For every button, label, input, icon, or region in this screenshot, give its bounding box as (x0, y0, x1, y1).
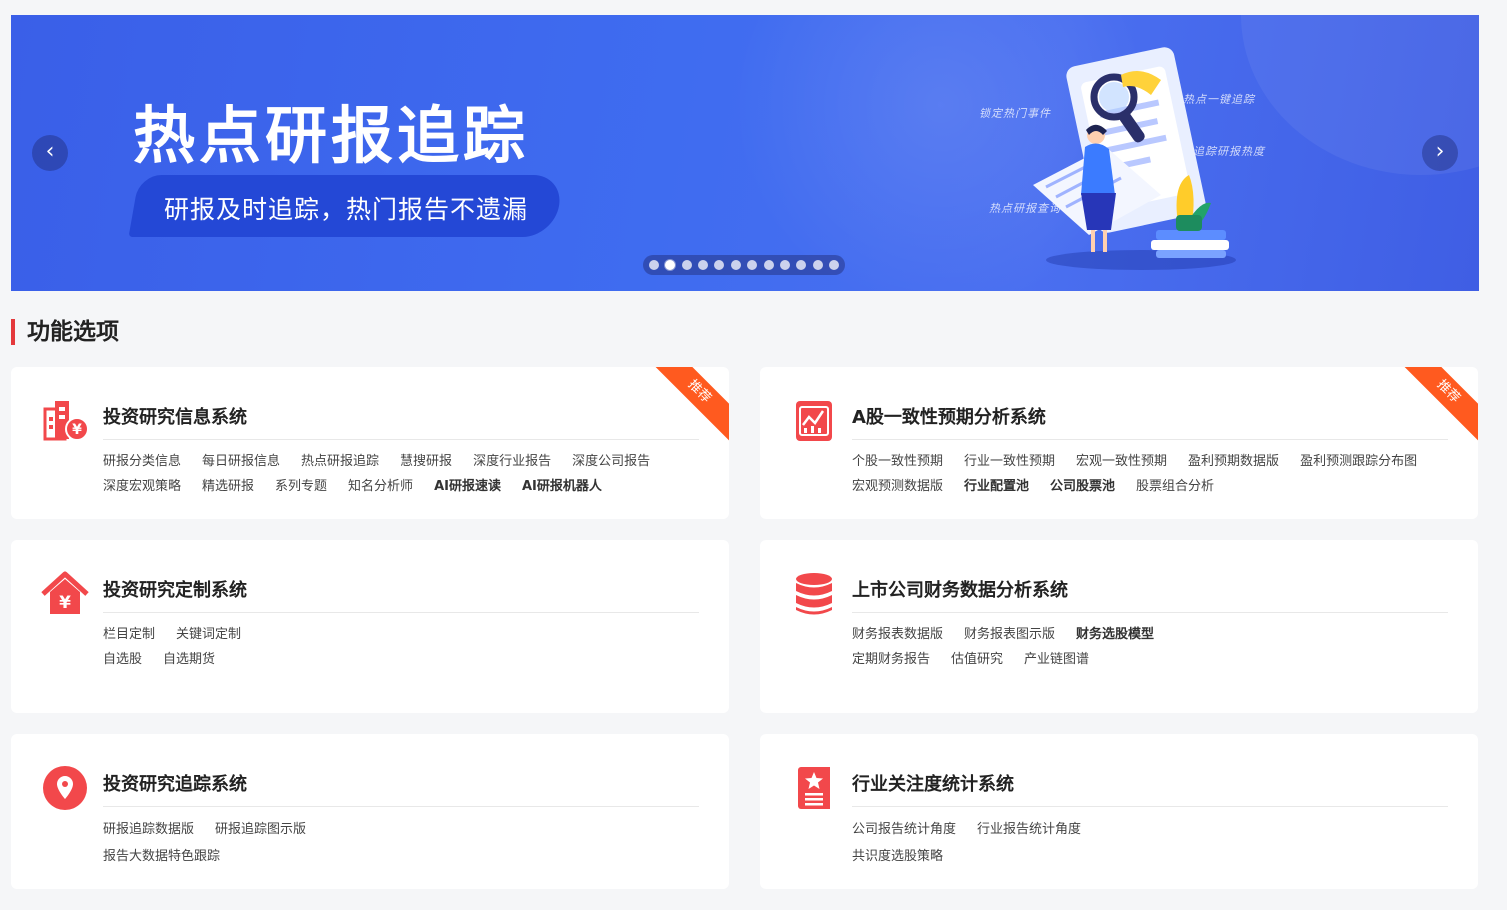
building-yuan-icon: ¥ (43, 401, 89, 441)
link-item[interactable]: 财务报表数据版 (852, 623, 943, 642)
link-item[interactable]: 行业报告统计角度 (977, 818, 1081, 837)
research-illustration-icon (1033, 47, 1236, 270)
carousel-dot[interactable] (812, 260, 823, 270)
card-links: 公司报告统计角度 行业报告统计角度 共识度选股策略 (852, 814, 1452, 868)
carousel-dot[interactable] (649, 260, 659, 270)
carousel-dot[interactable] (747, 260, 758, 270)
link-item[interactable]: 关键词定制 (176, 623, 241, 642)
link-item[interactable]: 共识度选股策略 (852, 845, 943, 864)
card-title: 投资研究定制系统 (103, 576, 699, 613)
card-investment-research-custom[interactable]: ¥ 投资研究定制系统 栏目定制 关键词定制 自选股 自选期货 (11, 540, 729, 713)
star-document-icon (798, 767, 830, 809)
card-investment-research-tracking[interactable]: 投资研究追踪系统 研报追踪数据版 研报追踪图示版 报告大数据特色跟踪 (11, 734, 729, 889)
link-item[interactable]: 自选股 (103, 648, 142, 667)
card-title: 上市公司财务数据分析系统 (852, 576, 1448, 613)
link-item[interactable]: 宏观预测数据版 (852, 475, 943, 494)
link-item[interactable]: 宏观一致性预期 (1076, 450, 1167, 469)
card-links: 研报分类信息 每日研报信息 热点研报追踪 慧搜研报 深度行业报告 深度公司报告 … (103, 447, 703, 497)
banner-title: 热点研报追踪 (133, 99, 530, 172)
card-links: 研报追踪数据版 研报追踪图示版 报告大数据特色跟踪 (103, 814, 703, 868)
card-investment-research-info[interactable]: ¥ 投资研究信息系统 研报分类信息 每日研报信息 热点研报追踪 慧搜研报 深度行… (11, 367, 729, 519)
link-item[interactable]: 行业一致性预期 (964, 450, 1055, 469)
card-a-share-consensus[interactable]: A股一致性预期分析系统 个股一致性预期 行业一致性预期 宏观一致性预期 盈利预期… (760, 367, 1478, 519)
house-yuan-icon: ¥ (41, 571, 89, 614)
link-item[interactable]: 盈利预期数据版 (1188, 450, 1279, 469)
chart-board-icon (796, 401, 832, 441)
card-title: A股一致性预期分析系统 (852, 403, 1448, 440)
carousel-dot[interactable] (730, 260, 741, 270)
link-item[interactable]: AI研报机器人 (522, 475, 602, 494)
link-item[interactable]: 每日研报信息 (202, 450, 280, 469)
banner-prev-button[interactable]: ‹ (32, 135, 68, 171)
link-item[interactable]: 产业链图谱 (1024, 648, 1089, 667)
link-item[interactable]: 研报追踪数据版 (103, 818, 194, 837)
card-industry-attention[interactable]: 行业关注度统计系统 公司报告统计角度 行业报告统计角度 共识度选股策略 (760, 734, 1478, 889)
carousel-dot[interactable] (763, 260, 774, 270)
link-item[interactable]: 深度行业报告 (473, 450, 551, 469)
link-item[interactable]: 深度公司报告 (572, 450, 650, 469)
banner-subtitle: 研报及时追踪，热门报告不遗漏 (164, 195, 529, 224)
carousel-dot[interactable] (779, 260, 790, 270)
link-item[interactable]: 公司股票池 (1050, 475, 1115, 494)
link-item[interactable]: 报告大数据特色跟踪 (103, 845, 220, 864)
svg-text:¥: ¥ (59, 593, 71, 613)
banner-next-button[interactable]: › (1422, 135, 1458, 171)
link-item[interactable]: 研报追踪图示版 (215, 818, 306, 837)
carousel-dot[interactable] (698, 260, 709, 270)
carousel-dot[interactable] (665, 260, 676, 270)
link-item[interactable]: 公司报告统计角度 (852, 818, 956, 837)
link-item[interactable]: 自选期货 (163, 648, 215, 667)
link-item[interactable]: AI研报速读 (434, 475, 501, 494)
link-item[interactable]: 系列专题 (275, 475, 327, 494)
section-title: 功能选项 (11, 319, 119, 345)
card-links: 财务报表数据版 财务报表图示版 财务选股模型 定期财务报告 估值研究 产业链图谱 (852, 620, 1452, 670)
card-links: 个股一致性预期 行业一致性预期 宏观一致性预期 盈利预期数据版 盈利预测跟踪分布… (852, 447, 1452, 497)
link-item[interactable]: 研报分类信息 (103, 450, 181, 469)
card-title: 行业关注度统计系统 (852, 770, 1448, 807)
card-listed-company-financial[interactable]: 上市公司财务数据分析系统 财务报表数据版 财务报表图示版 财务选股模型 定期财务… (760, 540, 1478, 713)
link-item[interactable]: 行业配置池 (964, 475, 1029, 494)
link-item[interactable]: 估值研究 (951, 648, 1003, 667)
card-title: 投资研究追踪系统 (103, 770, 699, 807)
card-title: 投资研究信息系统 (103, 403, 699, 440)
link-item[interactable]: 精选研报 (202, 475, 254, 494)
card-links: 栏目定制 关键词定制 自选股 自选期货 (103, 620, 703, 670)
carousel-dot[interactable] (796, 260, 807, 270)
link-item[interactable]: 知名分析师 (348, 475, 413, 494)
database-icon (796, 573, 832, 615)
link-item[interactable]: 慧搜研报 (400, 450, 452, 469)
link-item[interactable]: 盈利预测跟踪分布图 (1300, 450, 1417, 469)
carousel-dot[interactable] (714, 260, 725, 270)
hero-banner[interactable]: 热点研报追踪 研报及时追踪，热门报告不遗漏 锁定热门事件 热点一键追踪 追踪研报… (11, 15, 1479, 291)
link-item[interactable]: 深度宏观策略 (103, 475, 181, 494)
carousel-pagination (643, 255, 845, 275)
link-item[interactable]: 股票组合分析 (1136, 475, 1214, 494)
link-item[interactable]: 定期财务报告 (852, 648, 930, 667)
svg-text:¥: ¥ (72, 422, 82, 438)
link-item[interactable]: 个股一致性预期 (852, 450, 943, 469)
location-pin-icon (43, 766, 87, 810)
link-item[interactable]: 财务选股模型 (1076, 623, 1154, 642)
carousel-dot[interactable] (681, 260, 692, 270)
link-item[interactable]: 财务报表图示版 (964, 623, 1055, 642)
carousel-dot[interactable] (828, 260, 839, 270)
link-item[interactable]: 热点研报追踪 (301, 450, 379, 469)
link-item[interactable]: 栏目定制 (103, 623, 155, 642)
